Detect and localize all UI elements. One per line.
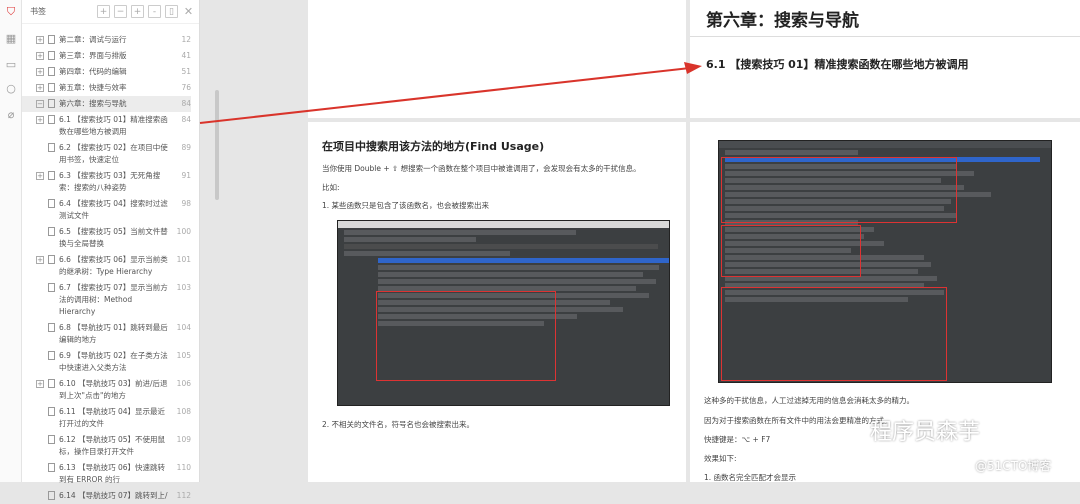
red-arrow bbox=[199, 62, 702, 124]
bookmark-page: 112 bbox=[176, 491, 191, 500]
bookmark-item[interactable]: 6.14 【导航技巧 07】跳转到上/112 bbox=[22, 488, 191, 504]
bookmark-icon bbox=[48, 491, 55, 500]
bookmark-label: 6.14 【导航技巧 07】跳转到上/ bbox=[59, 491, 168, 500]
